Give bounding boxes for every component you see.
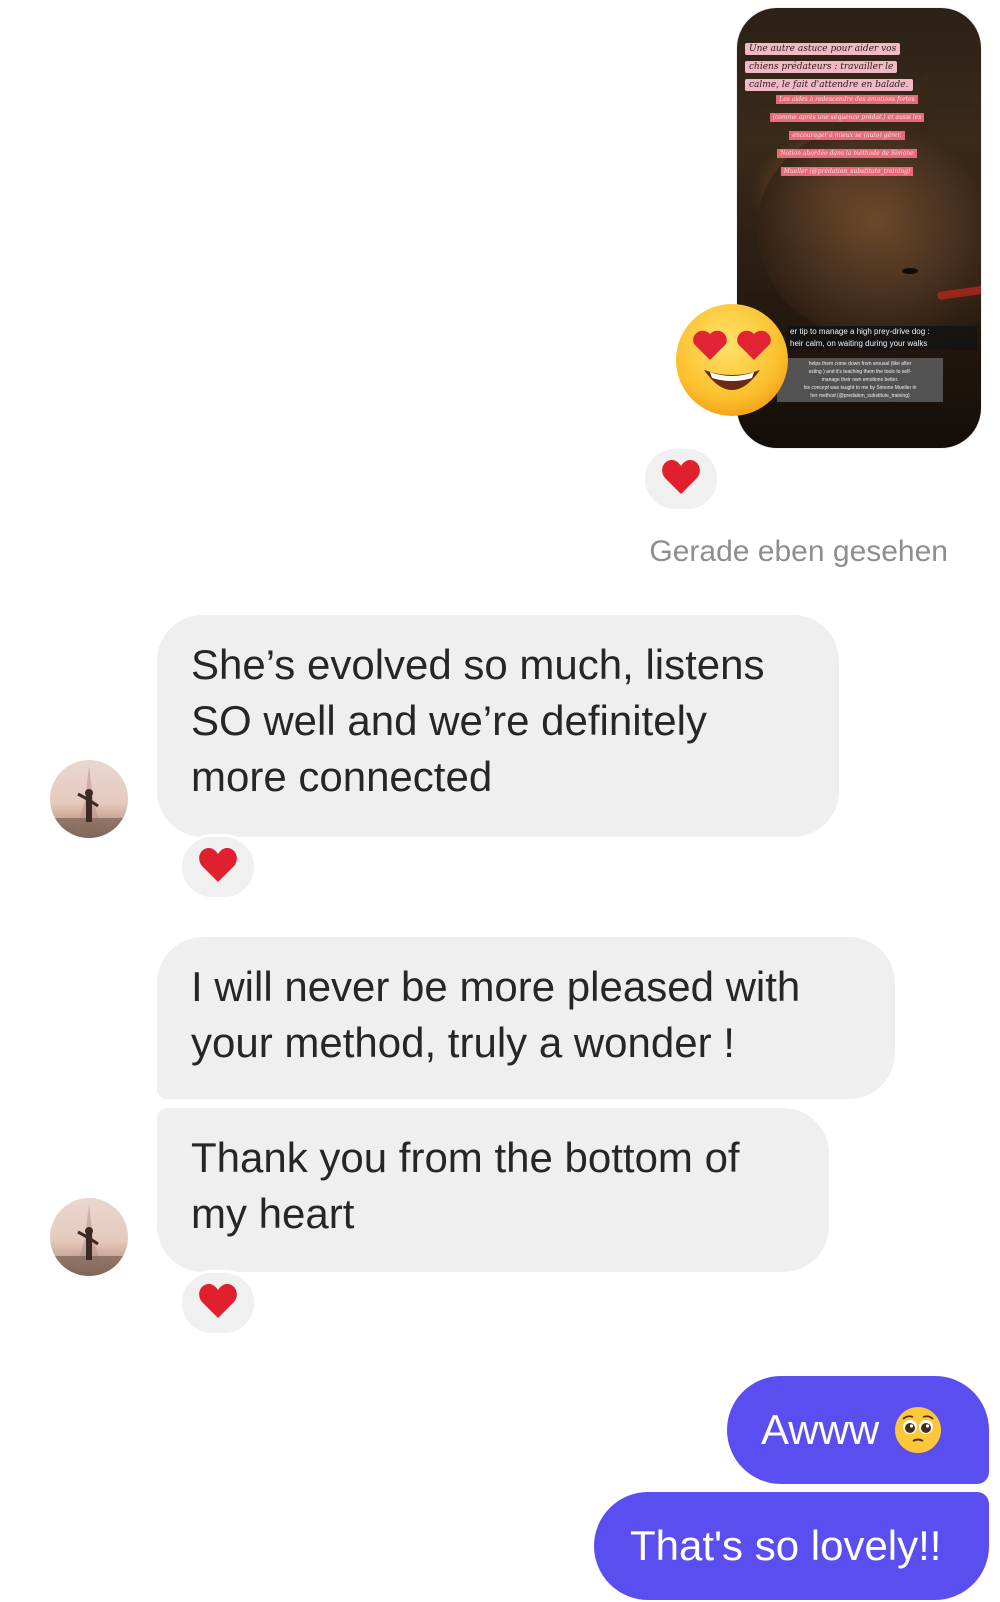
message-text-line: She’s evolved so much, listens [191,641,765,688]
heart-eyes-smiley-icon [672,300,792,420]
story-caption-line: Une autre astuce pour aider vos [745,43,901,55]
story-subcaption-line: manage their own emotions better. [821,377,899,383]
outgoing-message-bubble[interactable]: That's so lovely!! [594,1492,989,1600]
story-subcaption-french: Les aides à redescendre des émotions for… [767,88,927,178]
red-heart-icon [660,458,702,501]
pleading-face-icon [893,1405,943,1455]
incoming-message-bubble[interactable]: Thank you from the bottom of my heart [157,1108,829,1272]
message-text: Awww [761,1406,880,1453]
story-caption-english: er tip to manage a high prey-drive dog :… [787,326,977,350]
story-subcaption-line: encourager à mieux se (auto) gérer. [789,131,905,140]
message-heart-reaction[interactable] [179,834,257,900]
story-caption-line: chiens prédateurs : travailler le [745,61,898,73]
avatar[interactable] [50,760,128,838]
story-subcaption-line: Mueller (@prédation_substitute_training) [780,167,914,176]
story-heart-reaction[interactable] [642,446,720,512]
eiffel-tower-avatar-photo [50,766,128,838]
story-subcaption-english: helps them come down from arousal (like … [777,358,943,402]
story-caption-line: heir calm, on waiting during your walks [787,338,977,350]
story-subcaption-line: (comme après une séquence prédat.) et au… [769,113,925,122]
message-text-line: SO well and we’re definitely [191,697,707,744]
red-heart-icon [197,846,239,889]
message-text: That's so lovely!! [630,1522,942,1569]
story-caption-line: er tip to manage a high prey-drive dog : [787,326,977,338]
story-subcaption-line: helps them come down from arousal (like … [808,361,912,367]
seen-status: Gerade eben gesehen [649,535,948,568]
message-text-line: my heart [191,1190,355,1237]
story-subcaption-line: Les aides à redescendre des émotions for… [776,95,918,104]
incoming-message-bubble[interactable]: I will never be more pleased with your m… [157,937,895,1099]
message-text-line: your method, truly a wonder ! [191,1019,735,1066]
message-text-line: Thank you from the bottom of [191,1134,740,1181]
message-text-line: more connected [191,753,493,800]
story-subcaption-line: his concept was taught to me by Simone M… [803,385,917,391]
avatar[interactable] [50,1198,128,1276]
outgoing-message-bubble[interactable]: Awww [727,1376,989,1484]
story-subcaption-line: her method (@predation_substitute_traini… [810,393,910,399]
eiffel-tower-avatar-photo [50,1204,128,1276]
message-text-line: I will never be more pleased with [191,963,801,1010]
message-heart-reaction[interactable] [179,1270,257,1336]
incoming-message-bubble[interactable]: She’s evolved so much, listens SO well a… [157,615,839,837]
story-subcaption-line: ssting ) and it's teaching them the tool… [808,369,912,375]
story-caption-french: Une autre astuce pour aider vos chiens p… [745,38,913,92]
dog-eye-shape [902,268,918,274]
red-heart-icon [197,1282,239,1325]
story-subcaption-line: Notion abordée dans la méthode de Simone [777,149,917,158]
